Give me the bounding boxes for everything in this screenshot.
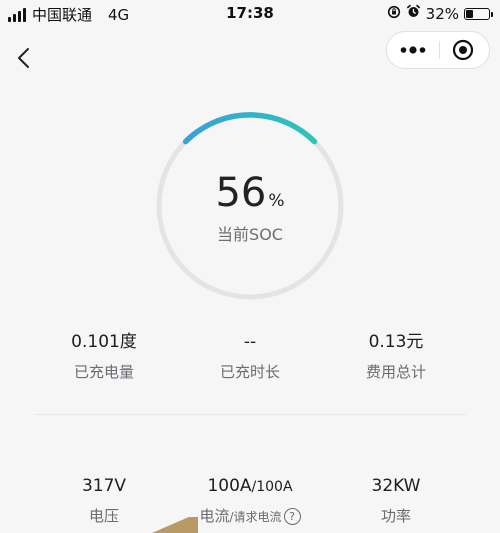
power-label: 功率 — [380, 507, 411, 525]
soc-unit: % — [268, 191, 285, 211]
target-close-icon — [452, 39, 474, 61]
voltage-label: 电压 — [88, 507, 119, 525]
total-cost-label: 费用总计 — [365, 363, 426, 381]
soc-number: 56 — [215, 170, 267, 216]
status-bar: 中国联通 4G 17:38 32% — [0, 0, 500, 28]
charged-energy-stat: 0.101度 已充电量 — [24, 330, 184, 382]
charged-energy-label: 已充电量 — [73, 363, 134, 381]
rotation-lock-icon — [387, 5, 401, 23]
battery-percent: 32% — [425, 4, 459, 23]
total-cost-value: 0.13元 — [368, 332, 424, 352]
alarm-icon — [406, 4, 421, 23]
back-button[interactable] — [12, 44, 38, 72]
mini-program-capsule — [386, 31, 490, 69]
status-bar-right: 32% — [387, 4, 493, 23]
soc-gauge: 56% 当前SOC — [150, 106, 350, 306]
charge-duration-value: -- — [243, 332, 257, 352]
section-divider — [34, 414, 466, 415]
gauge-arc — [182, 112, 318, 145]
charged-energy-value: 0.101度 — [71, 332, 137, 352]
voltage-value: 317V — [81, 476, 127, 496]
total-cost-stat: 0.13元 费用总计 — [316, 330, 476, 382]
power-value: 32KW — [371, 476, 421, 496]
power-stat: 32KW 功率 — [316, 474, 476, 526]
question-circle-icon[interactable]: ? — [283, 508, 301, 525]
charge-duration-label: 已充时长 — [219, 363, 280, 381]
soc-label: 当前SOC — [217, 225, 283, 244]
more-button[interactable] — [387, 32, 439, 68]
requested-current-value: 100A — [256, 479, 293, 495]
more-dots-icon — [400, 46, 426, 54]
voltage-stat: 317V 电压 — [24, 474, 184, 526]
current-value: 100A — [207, 476, 252, 496]
current-label: 电流 — [199, 507, 230, 525]
battery-icon — [464, 7, 493, 20]
requested-current-label: 请求电流 — [233, 510, 282, 524]
battery-fill — [466, 9, 473, 18]
chevron-left-icon — [18, 48, 29, 68]
current-values: 100A/100A — [207, 476, 293, 496]
charge-duration-stat: -- 已充时长 — [170, 330, 330, 382]
soc-value: 56% — [150, 170, 350, 216]
close-button[interactable] — [437, 32, 489, 68]
